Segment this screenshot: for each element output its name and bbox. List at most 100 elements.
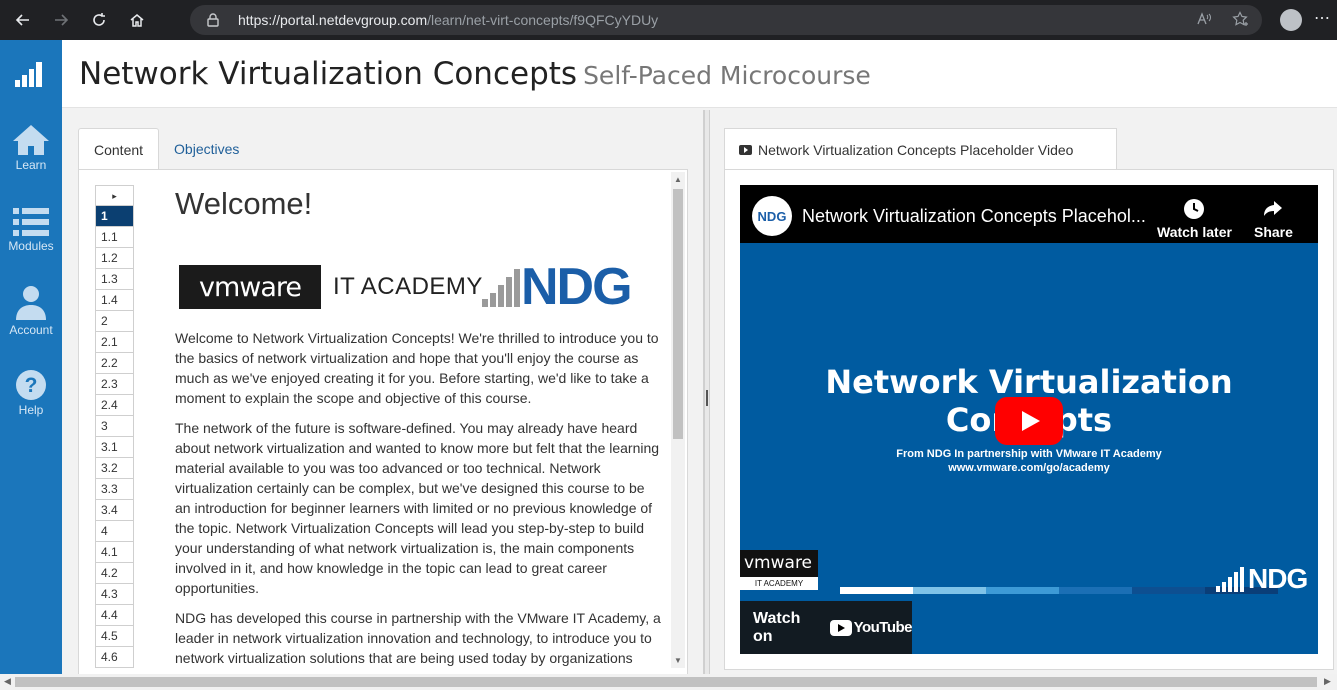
tab-content[interactable]: Content [78,128,160,170]
toc-item[interactable]: 4.3 [95,584,134,605]
scroll-left-icon[interactable]: ◀ [4,676,11,687]
home-icon[interactable] [122,5,152,35]
video-top-bar: NDG Network Virtualization Concepts Plac… [740,185,1318,243]
toc-item[interactable]: 3.4 [95,500,134,521]
horizontal-scrollbar[interactable]: ◀ ▶ [0,674,1337,690]
partner-logos: vmware IT ACADEMY NDG [175,257,661,323]
toc-item[interactable]: 1.3 [95,269,134,290]
video-title[interactable]: Network Virtualization Concepts Placehol… [802,206,1146,227]
watch-on-youtube-button[interactable]: Watch on YouTube [740,601,913,654]
watch-later-button[interactable]: Watch later [1157,198,1232,240]
read-aloud-icon[interactable] [1196,11,1212,30]
reload-icon[interactable] [84,5,114,35]
lock-icon[interactable] [206,13,220,27]
toc-item[interactable]: 3 [95,416,134,437]
help-icon: ? [16,370,46,400]
toc-item[interactable]: 4.6 [95,647,134,668]
course-title: Network Virtualization Concepts [79,56,578,92]
page-title: Network Virtualization Concepts Self-Pace… [79,56,871,92]
ndg-bars-logo-icon[interactable] [15,60,45,93]
video-container: NDG Network Virtualization Concepts Plac… [724,169,1334,670]
content-box: ▸ 1 1.1 1.2 1.3 1.4 2 2.1 2.2 2.3 2.4 3 3.1 3.2 3.3 3.… [78,169,688,679]
share-button[interactable]: Share [1254,198,1293,240]
youtube-logo: YouTube [829,619,913,636]
watch-on-label: Watch on [753,609,801,645]
url-text[interactable]: https://portal.netdevgroup.com/learn/net… [238,12,658,28]
content-tabs: Content Objectives [78,128,254,170]
url-host: https://portal.netdevgroup.com [238,12,428,28]
url-path: /learn/net-virt-concepts/f9QFCyYDUy [427,12,659,28]
profile-icon[interactable] [1280,9,1302,31]
article-heading: Welcome! [175,186,313,221]
scroll-up-icon[interactable]: ▲ [671,175,685,184]
forward-icon[interactable] [46,5,76,35]
youtube-wordmark: YouTube [853,619,913,636]
page-header: Network Virtualization Concepts Self-Pace… [62,40,1337,108]
article-paragraph: NDG has developed this course in partner… [175,610,661,666]
sidebar-item-modules[interactable]: Modules [0,207,62,253]
panel-splitter[interactable] [704,110,710,674]
sidebar-item-label: Learn [15,158,47,172]
channel-avatar[interactable]: NDG [752,196,792,236]
content-panel: Content Objectives ▸ 1 1.1 1.2 1.3 1.4 2 2.1 2.… [66,110,704,679]
watch-later-label: Watch later [1157,224,1232,240]
svg-text:?: ? [25,374,38,397]
ndg-logo-text: NDG [521,258,633,316]
splitter-grip[interactable] [706,390,708,406]
toc-item[interactable]: 2.4 [95,395,134,416]
back-icon[interactable] [8,5,38,35]
toc-item[interactable]: 1.4 [95,290,134,311]
it-academy-logo-text: IT ACADEMY [333,273,483,300]
scrollbar-thumb[interactable] [673,189,683,439]
tab-video[interactable]: Network Virtualization Concepts Placehol… [724,128,1117,170]
toc-item[interactable]: 1.2 [95,248,134,269]
toc-item[interactable]: 2 [95,311,134,332]
share-label: Share [1254,224,1293,240]
video-tab-label: Network Virtualization Concepts Placehol… [758,141,1074,158]
toc-item[interactable]: 4 [95,521,134,542]
section-index: ▸ 1 1.1 1.2 1.3 1.4 2 2.1 2.2 2.3 2.4 3 3.1 3.2 3.3 3.… [95,185,134,668]
color-stripe-segment [913,587,986,594]
person-icon [16,286,46,320]
address-bar[interactable]: https://portal.netdevgroup.com/learn/net… [190,5,1262,35]
scroll-down-icon[interactable]: ▼ [671,656,685,665]
youtube-icon [739,144,752,155]
tab-objectives[interactable]: Objectives [159,128,254,170]
favorites-icon[interactable] [1232,11,1250,30]
play-button[interactable] [995,397,1063,445]
browser-toolbar: https://portal.netdevgroup.com/learn/net… [0,0,1337,40]
color-stripe-segment [1059,587,1132,594]
share-icon [1264,201,1283,216]
toc-item[interactable]: 3.3 [95,479,134,500]
toc-toggle[interactable]: ▸ [95,185,134,206]
youtube-play-icon [829,619,852,636]
toc-item[interactable]: 4.5 [95,626,134,647]
sidebar-item-help[interactable]: ? Help [0,369,62,417]
horizontal-scrollbar-thumb[interactable] [15,677,1317,687]
toc-item[interactable]: 4.4 [95,605,134,626]
vmware-logo: vmware [179,265,321,309]
home-icon [13,125,49,155]
toc-item[interactable]: 1 [95,206,134,227]
toc-item[interactable]: 3.2 [95,458,134,479]
more-menu-icon[interactable]: ⋯ [1314,8,1330,28]
color-stripe-segment [986,587,1059,594]
article-paragraph: The network of the future is software-de… [175,420,660,596]
toc-item[interactable]: 2.3 [95,374,134,395]
left-sidebar: Learn Modules Account ? Help [0,40,62,674]
toc-item[interactable]: 1.1 [95,227,134,248]
toc-item[interactable]: 2.1 [95,332,134,353]
sidebar-item-learn[interactable]: Learn [0,124,62,172]
toc-item[interactable]: 2.2 [95,353,134,374]
toc-item[interactable]: 3.1 [95,437,134,458]
toc-item[interactable]: 4.2 [95,563,134,584]
video-slide-credits: From NDG In partnership with VMware IT A… [740,447,1318,475]
youtube-embed[interactable]: NDG Network Virtualization Concepts Plac… [740,185,1318,654]
sidebar-item-label: Modules [8,239,54,253]
list-icon [13,208,49,236]
scroll-right-icon[interactable]: ▶ [1324,676,1331,687]
toc-item[interactable]: 4.1 [95,542,134,563]
article-scrollbar[interactable]: ▲ ▼ [671,172,685,668]
sidebar-item-account[interactable]: Account [0,285,62,337]
vmware-badge-text: vmware [744,553,813,573]
